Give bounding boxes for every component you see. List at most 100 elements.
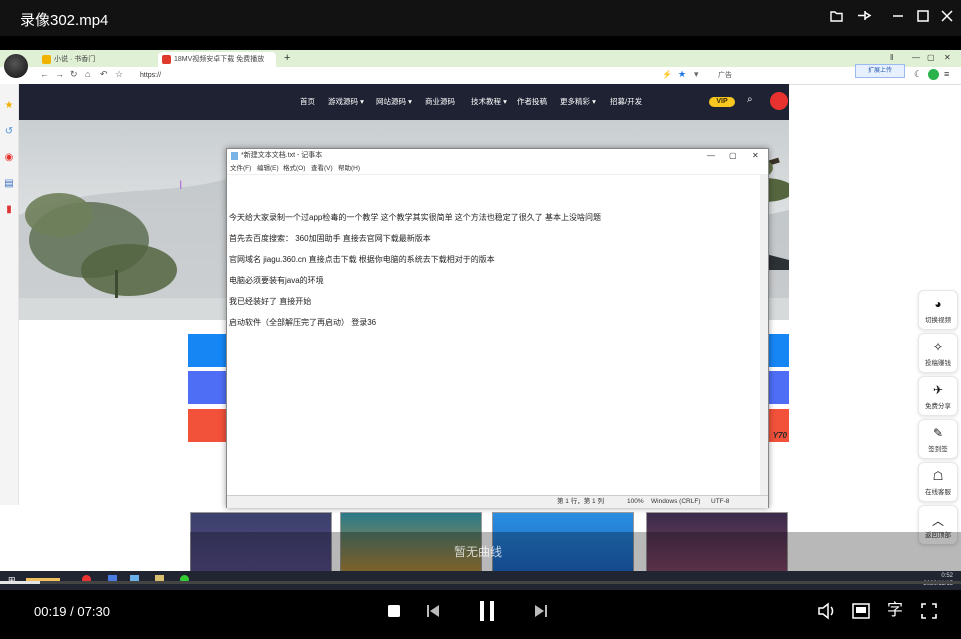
menu-file[interactable]: 文件(F) [230,163,251,174]
notepad-scrollbar[interactable] [760,175,768,495]
undo-icon[interactable]: ↶ [100,69,108,80]
site-logo-icon[interactable] [770,92,788,110]
stop-button[interactable] [385,600,403,622]
doc-icon[interactable]: ▮ [3,204,15,216]
window-titlebar: 录像302.mp4 [0,0,961,36]
search-icon[interactable]: ⌕ [747,94,753,105]
nav-item[interactable]: 技术教程 ▾ [471,96,507,107]
nav-item[interactable]: 游戏源码 ▾ [328,96,364,107]
cursor-position: 第 1 行，第 1 列 [557,498,604,505]
menu-help[interactable]: 帮助(H) [338,163,360,174]
price-tag: Y70 [772,431,787,440]
text-line: 启动软件（全部解压完了再启动） 登录36 [229,318,377,327]
moon-icon[interactable]: ☾ [914,69,922,80]
download-icon[interactable] [928,69,939,80]
previous-button[interactable] [424,600,442,622]
history-icon[interactable]: ↺ [3,126,15,138]
site-nav: 首页 游戏源码 ▾ 网站源码 ▾ 商业源码 技术教程 ▾ 作者投稿 更多精彩 ▾… [19,84,789,120]
line-ending: Windows (CRLF) [651,498,701,505]
bookmark-icon[interactable]: ▤ [3,178,15,190]
time-display: 00:19 / 07:30 [34,604,110,619]
plugin-badge[interactable]: 扩展上传 [855,64,905,78]
nav-item[interactable]: 首页 [300,96,315,107]
tab-label: 18MV视频安卓下载 免费播放 [174,56,265,63]
star-icon[interactable]: ★ [3,100,15,112]
seek-bar-fill [0,581,41,584]
volume-icon[interactable] [816,600,838,622]
refresh-icon[interactable]: ↻ [70,69,78,80]
dropdown-icon[interactable]: ▾ [694,69,699,80]
browser-address-bar: ← → ↻ ⌂ ↶ ☆ https:// ⚡ ★ ▾ 广告 扩展上传 ☾ ≡ [0,64,961,85]
menu-edit[interactable]: 编辑(E) [257,163,279,174]
back-icon[interactable]: ← [40,69,49,79]
next-button[interactable] [532,600,550,622]
money-icon: ✧ [932,340,944,354]
favorite-icon[interactable]: ★ [678,69,686,80]
tab-window-minimize[interactable]: — [912,53,920,62]
rside-checkin[interactable]: ✎ 签到签 [918,419,958,459]
chat-bubble-icon: ◕ [934,297,942,311]
menu-icon[interactable]: ≡ [944,69,949,79]
weibo-icon[interactable]: ◉ [3,152,15,164]
tab-favicon-icon [42,55,51,64]
folder-icon[interactable] [826,8,846,28]
window-title: 录像302.mp4 [20,12,109,29]
notepad-window[interactable]: *新建文本文档.txt - 记事本 — ▢ ✕ 文件(F) 编辑(E) 格式(O… [226,148,769,508]
notepad-title: *新建文本文档.txt - 记事本 [241,152,323,159]
player-controls: 00:19 / 07:30 字 [0,590,961,639]
browser-tabbar: 小说 · 书香门 18MV视频安卓下载 免费播放 + ‖ — ▢ ✕ [0,50,961,67]
url-field[interactable]: https:// [140,70,660,81]
rside-online-service[interactable]: ☖ 在线客服 [918,462,958,502]
white-overlay [0,505,190,577]
share-icon: ✈ [932,383,944,397]
pin-icon[interactable] [854,8,874,28]
taskbar-clock: 0:52 2020/11/15 [923,572,953,588]
checkin-icon: ✎ [932,426,944,440]
search-box[interactable]: 广告 [718,70,732,80]
home-icon[interactable]: ⌂ [85,69,90,79]
subtitle-button[interactable]: 字 [884,600,906,622]
nav-item[interactable]: 商业源码 [425,96,455,107]
pause-button[interactable] [476,600,498,622]
nav-item[interactable]: 招募/开发 [610,96,642,107]
rside-switch-video[interactable]: ◕ 切换视频 [918,290,958,330]
avatar [4,54,28,78]
menu-format[interactable]: 格式(O) [283,163,305,174]
forward-icon[interactable]: → [55,69,64,79]
new-tab-button[interactable]: + [284,52,290,65]
current-time: 00:19 [34,604,67,619]
minimize-button[interactable] [888,8,908,28]
thumbnail-banner-text: 暂无曲线 [454,545,503,559]
bookmark-star-icon[interactable]: ☆ [115,69,123,80]
video-frame[interactable]: 小说 · 书香门 18MV视频安卓下载 免费播放 + ‖ — ▢ ✕ ← → ↻… [0,50,961,590]
notepad-close-button[interactable]: ✕ [752,149,759,163]
browser-tab-active[interactable]: 18MV视频安卓下载 免费播放 [158,52,276,67]
nav-item[interactable]: 作者投稿 [517,96,547,107]
tab-minimize-icon[interactable]: ‖ [890,53,893,62]
tab-window-close[interactable]: ✕ [944,53,951,62]
notepad-menubar: 文件(F) 编辑(E) 格式(O) 查看(V) 帮助(H) [227,163,768,175]
rside-submit-earn[interactable]: ✧ 投稿赚钱 [918,333,958,373]
tab-window-maximize[interactable]: ▢ [927,53,935,62]
text-line: 官网域名 jiagu.360.cn 直接点击下载 根据你电脑的系统去下载相对于的… [229,255,495,264]
vip-badge[interactable]: VIP [709,97,735,107]
text-line: 今天给大家录制一个过app检毒的一个教学 这个教学其实很简单 这个方法也稳定了很… [229,213,602,222]
menu-view[interactable]: 查看(V) [311,163,333,174]
fullscreen-icon[interactable] [918,600,940,622]
close-button[interactable] [937,8,957,28]
rside-free-share[interactable]: ✈ 免费分享 [918,376,958,416]
picture-in-picture-icon[interactable] [850,600,872,622]
browser-tab[interactable]: 小说 · 书香门 [38,52,156,67]
nav-item[interactable]: 更多精彩 ▾ [560,96,596,107]
text-line: 首先去百度搜索： 360加固助手 直接去官网下载最新版本 [229,234,431,243]
seek-bar[interactable] [0,581,961,584]
tab-label: 小说 · 书香门 [54,56,96,63]
chat-icon: ☖ [932,469,944,483]
notepad-text-area[interactable]: 今天给大家录制一个过app检毒的一个教学 这个教学其实很简单 这个方法也稳定了很… [229,213,754,339]
text-line: 我已经装好了 直接开始 [229,297,312,306]
nav-item[interactable]: 网站源码 ▾ [376,96,412,107]
maximize-button[interactable] [913,8,933,28]
notepad-maximize-button[interactable]: ▢ [729,149,737,163]
lightning-icon[interactable]: ⚡ [662,70,672,79]
notepad-minimize-button[interactable]: — [707,149,715,163]
